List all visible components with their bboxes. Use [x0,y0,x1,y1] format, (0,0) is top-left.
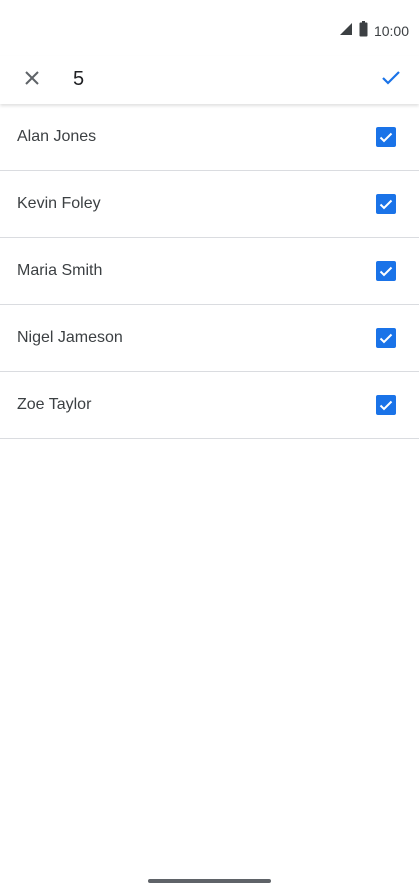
list-item[interactable]: Kevin Foley [0,171,419,238]
checkmark-icon [379,132,393,142]
confirm-button[interactable] [371,60,411,100]
battery-icon [359,20,368,42]
contact-list: Alan Jones Kevin Foley Maria Smith Nigel Ja… [0,104,419,439]
contact-name: Maria Smith [17,262,103,279]
selected-count: 5 [73,68,85,90]
checkmark-icon [379,199,393,209]
contact-name: Zoe Taylor [17,396,92,413]
contact-name: Alan Jones [17,128,97,145]
list-item[interactable]: Zoe Taylor [0,372,419,439]
contact-checkbox[interactable] [376,395,396,415]
contact-checkbox[interactable] [376,127,396,147]
signal-icon [339,22,353,41]
contact-checkbox[interactable] [376,328,396,348]
list-item[interactable]: Nigel Jameson [0,305,419,372]
selection-toolbar: 5 [0,56,419,104]
check-icon [381,70,401,91]
close-icon [24,70,40,91]
checkmark-icon [379,400,393,410]
contact-name: Nigel Jameson [17,329,123,346]
list-item[interactable]: Alan Jones [0,104,419,171]
gesture-navigation-handle[interactable] [148,879,271,883]
contact-checkbox[interactable] [376,261,396,281]
checkmark-icon [379,333,393,343]
list-item[interactable]: Maria Smith [0,238,419,305]
contact-checkbox[interactable] [376,194,396,214]
status-bar: 10:00 [0,0,419,56]
close-button[interactable] [12,60,52,100]
checkmark-icon [379,266,393,276]
status-icons: 10:00 [339,20,409,42]
contact-name: Kevin Foley [17,195,101,212]
status-time: 10:00 [373,23,409,39]
